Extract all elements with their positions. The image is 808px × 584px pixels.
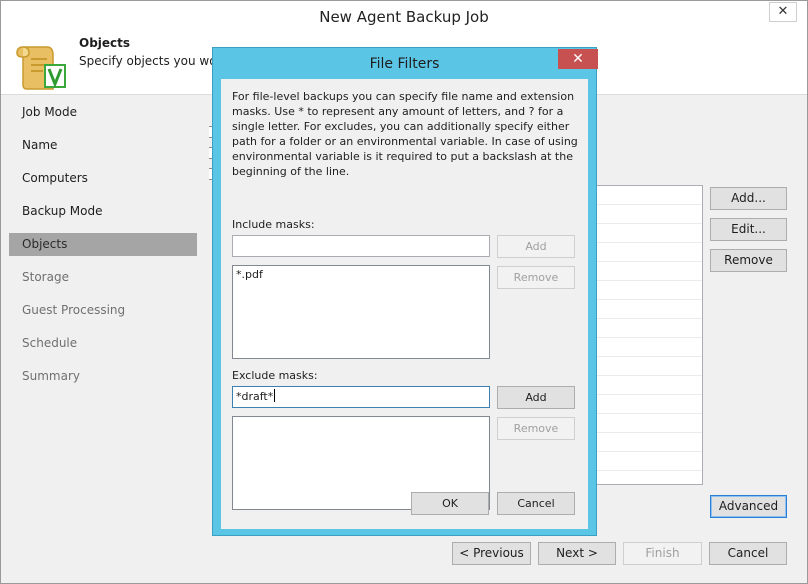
step-computers[interactable]: Computers xyxy=(9,167,197,190)
list-item[interactable]: *.pdf xyxy=(233,266,489,283)
list-row[interactable] xyxy=(594,395,702,414)
previous-button[interactable]: < Previous xyxy=(452,542,531,565)
wizard-steps: Job Mode Name Computers Backup Mode Obje… xyxy=(9,101,197,398)
dialog-body: For file-level backups you can specify f… xyxy=(221,79,588,529)
list-row[interactable] xyxy=(594,338,702,357)
include-mask-input[interactable] xyxy=(232,235,490,257)
exclude-mask-input[interactable]: *draft* xyxy=(232,386,490,408)
list-row[interactable] xyxy=(594,186,702,205)
list-row[interactable] xyxy=(594,357,702,376)
cancel-button[interactable]: Cancel xyxy=(709,542,787,565)
step-schedule: Schedule xyxy=(22,336,78,350)
step-summary: Summary xyxy=(22,369,80,383)
list-row[interactable] xyxy=(594,319,702,338)
include-masks-list[interactable]: *.pdf xyxy=(232,265,490,359)
list-row[interactable] xyxy=(594,224,702,243)
exclude-add-button[interactable]: Add xyxy=(497,386,575,409)
step-backup-mode[interactable]: Backup Mode xyxy=(9,200,197,223)
include-add-button: Add xyxy=(497,235,575,258)
list-row[interactable] xyxy=(594,414,702,433)
list-row[interactable] xyxy=(594,300,702,319)
list-row[interactable] xyxy=(594,243,702,262)
exclude-mask-value: *draft* xyxy=(236,390,274,403)
scroll-checkmark-icon xyxy=(16,46,66,90)
window-close-button[interactable]: ✕ xyxy=(769,2,797,22)
step-job-mode[interactable]: Job Mode xyxy=(9,101,197,124)
include-masks-label: Include masks: xyxy=(232,218,315,231)
dialog-cancel-button[interactable]: Cancel xyxy=(497,492,575,515)
window-title: New Agent Backup Job xyxy=(319,8,489,26)
list-row[interactable] xyxy=(594,452,702,471)
list-row[interactable] xyxy=(594,262,702,281)
dialog-description: For file-level backups you can specify f… xyxy=(232,90,578,178)
edit-object-button[interactable]: Edit... xyxy=(710,218,787,241)
dialog-title: File Filters xyxy=(369,56,440,72)
list-row[interactable] xyxy=(594,433,702,452)
dialog-close-button[interactable]: ✕ xyxy=(558,49,598,69)
include-remove-button: Remove xyxy=(497,266,575,289)
objects-list[interactable] xyxy=(593,185,703,485)
step-name[interactable]: Name xyxy=(9,134,197,157)
text-caret xyxy=(274,389,276,402)
title-bar: New Agent Backup Job ✕ xyxy=(1,1,807,31)
file-filters-dialog: File Filters ✕ For file-level backups yo… xyxy=(212,47,598,536)
page-title: Objects xyxy=(79,36,131,50)
list-row[interactable] xyxy=(594,205,702,224)
page-description: Specify objects you woul xyxy=(79,54,228,68)
finish-button: Finish xyxy=(623,542,702,565)
exclude-masks-label: Exclude masks: xyxy=(232,369,318,382)
step-storage: Storage xyxy=(22,270,69,284)
advanced-button[interactable]: Advanced xyxy=(710,495,787,518)
next-button[interactable]: Next > xyxy=(538,542,616,565)
step-objects[interactable]: Objects xyxy=(9,233,197,256)
exclude-remove-button: Remove xyxy=(497,417,575,440)
step-guest-processing: Guest Processing xyxy=(22,303,126,317)
list-row[interactable] xyxy=(594,376,702,395)
list-row[interactable] xyxy=(594,281,702,300)
ok-button[interactable]: OK xyxy=(411,492,489,515)
remove-object-button[interactable]: Remove xyxy=(710,249,787,272)
add-object-button[interactable]: Add... xyxy=(710,187,787,210)
